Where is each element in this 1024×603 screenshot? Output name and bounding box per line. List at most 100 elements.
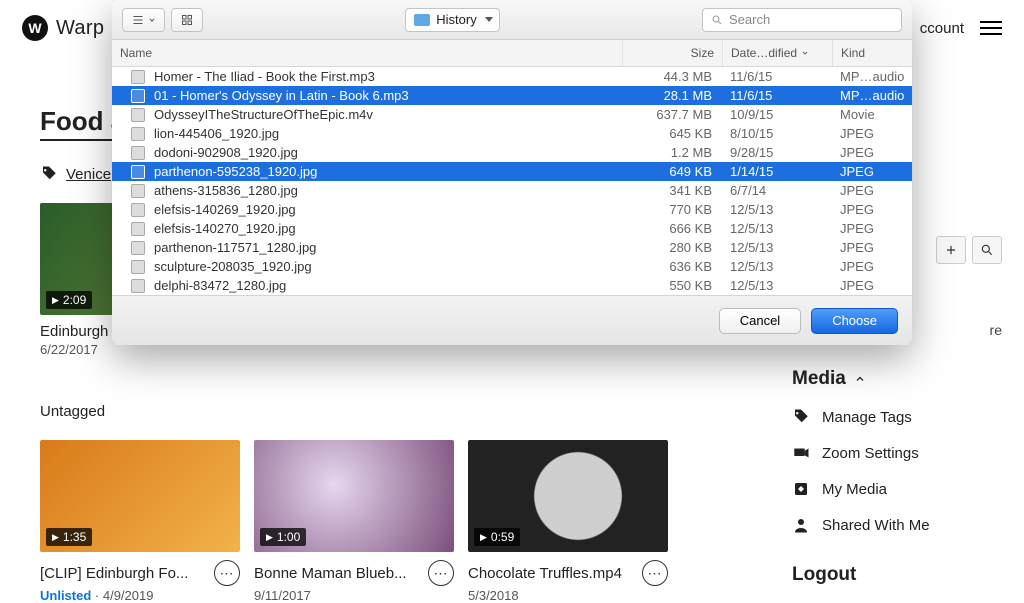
- media-menu-item[interactable]: Manage Tags: [792, 408, 1002, 426]
- file-kind: JPEG: [832, 126, 912, 141]
- file-date: 12/5/13: [722, 202, 832, 217]
- duration-badge: 1:00: [260, 528, 306, 546]
- file-kind: JPEG: [832, 164, 912, 179]
- video-title: Bonne Maman Blueb...: [254, 565, 407, 582]
- video-title: Chocolate Truffles.mp4: [468, 565, 622, 582]
- video-thumbnail[interactable]: 0:59: [468, 440, 668, 552]
- search-input[interactable]: Search: [702, 8, 902, 32]
- col-size[interactable]: Size: [622, 40, 722, 66]
- video-meta: 9/11/2017: [254, 588, 454, 603]
- file-row[interactable]: lion-445406_1920.jpg 645 KB 8/10/15 JPEG: [112, 124, 912, 143]
- file-row[interactable]: parthenon-595238_1920.jpg 649 KB 1/14/15…: [112, 162, 912, 181]
- tag-link[interactable]: Venice: [66, 166, 111, 183]
- view-mode-button[interactable]: [122, 8, 165, 32]
- file-icon: [124, 108, 152, 122]
- file-size: 28.1 MB: [622, 88, 722, 103]
- file-kind: MP…audio: [832, 88, 912, 103]
- file-row[interactable]: elefsis-140269_1920.jpg 770 KB 12/5/13 J…: [112, 200, 912, 219]
- file-row[interactable]: Homer - The Iliad - Book the First.mp3 4…: [112, 67, 912, 86]
- file-date: 11/6/15: [722, 69, 832, 84]
- unlisted-badge: Unlisted: [40, 588, 91, 603]
- file-name: elefsis-140269_1920.jpg: [152, 202, 622, 217]
- folder-icon: [414, 14, 430, 26]
- card-more-button[interactable]: ⋯: [214, 560, 240, 586]
- account-link[interactable]: ccount: [920, 20, 964, 37]
- cancel-button[interactable]: Cancel: [719, 308, 801, 334]
- chevron-up-icon: [854, 373, 866, 385]
- file-name: delphi-83472_1280.jpg: [152, 278, 622, 293]
- file-row[interactable]: sculpture-208035_1920.jpg 636 KB 12/5/13…: [112, 257, 912, 276]
- col-name[interactable]: Name: [112, 40, 622, 66]
- plus-icon: [944, 243, 958, 257]
- file-kind: Movie: [832, 107, 912, 122]
- file-size: 637.7 MB: [622, 107, 722, 122]
- search-button[interactable]: [972, 236, 1002, 264]
- file-size: 649 KB: [622, 164, 722, 179]
- file-icon: [124, 89, 152, 103]
- file-kind: JPEG: [832, 202, 912, 217]
- file-name: OdysseyITheStructureOfTheEpic.m4v: [152, 107, 622, 122]
- media-menu-item[interactable]: My Media: [792, 480, 1002, 498]
- logout-link[interactable]: Logout: [792, 564, 1002, 586]
- col-date[interactable]: Date…dified: [722, 40, 832, 66]
- media-menu-item[interactable]: Zoom Settings: [792, 444, 1002, 462]
- card-more-button[interactable]: ⋯: [642, 560, 668, 586]
- folder-dropdown[interactable]: History: [405, 8, 499, 32]
- file-name: lion-445406_1920.jpg: [152, 126, 622, 141]
- file-size: 550 KB: [622, 278, 722, 293]
- media-menu-item[interactable]: Shared With Me: [792, 516, 1002, 534]
- file-row[interactable]: dodoni-902908_1920.jpg 1.2 MB 9/28/15 JP…: [112, 143, 912, 162]
- video-thumbnail[interactable]: 1:35: [40, 440, 240, 552]
- file-icon: [124, 70, 152, 84]
- file-date: 9/28/15: [722, 145, 832, 160]
- menu-item-icon: [792, 444, 810, 462]
- file-icon: [124, 260, 152, 274]
- file-row[interactable]: OdysseyITheStructureOfTheEpic.m4v 637.7 …: [112, 105, 912, 124]
- choose-button[interactable]: Choose: [811, 308, 898, 334]
- file-row[interactable]: elefsis-140270_1920.jpg 666 KB 12/5/13 J…: [112, 219, 912, 238]
- file-row[interactable]: athens-315836_1280.jpg 341 KB 6/7/14 JPE…: [112, 181, 912, 200]
- file-date: 12/5/13: [722, 240, 832, 255]
- file-icon: [124, 203, 152, 217]
- file-size: 636 KB: [622, 259, 722, 274]
- file-icon: [124, 184, 152, 198]
- video-card[interactable]: 1:35 [CLIP] Edinburgh Fo... ⋯ Unlisted ·…: [40, 440, 240, 603]
- file-name: parthenon-595238_1920.jpg: [152, 164, 622, 179]
- file-row[interactable]: delphi-83472_1280.jpg 550 KB 12/5/13 JPE…: [112, 276, 912, 295]
- video-card[interactable]: 1:00 Bonne Maman Blueb... ⋯ 9/11/2017: [254, 440, 454, 603]
- video-card[interactable]: 0:59 Chocolate Truffles.mp4 ⋯ 5/3/2018: [468, 440, 668, 603]
- file-name: parthenon-117571_1280.jpg: [152, 240, 622, 255]
- section-untagged: Untagged: [40, 403, 680, 420]
- col-kind[interactable]: Kind: [832, 40, 912, 66]
- file-date: 6/7/14: [722, 183, 832, 198]
- card-more-button[interactable]: ⋯: [428, 560, 454, 586]
- menu-item-icon: [792, 516, 810, 534]
- brand[interactable]: W Warp: [22, 15, 104, 41]
- chevron-down-icon: [148, 16, 156, 24]
- video-thumbnail[interactable]: 1:00: [254, 440, 454, 552]
- file-picker-dialog: History Search Name Size Date…dified Kin…: [112, 0, 912, 345]
- file-row[interactable]: 01 - Homer's Odyssey in Latin - Book 6.m…: [112, 86, 912, 105]
- file-name: elefsis-140270_1920.jpg: [152, 221, 622, 236]
- brand-mark: W: [22, 15, 48, 41]
- icon-view-button[interactable]: [171, 8, 203, 32]
- file-name: athens-315836_1280.jpg: [152, 183, 622, 198]
- grid-icon: [180, 14, 194, 26]
- menu-icon[interactable]: [980, 21, 1002, 35]
- search-icon: [980, 243, 994, 257]
- file-size: 1.2 MB: [622, 145, 722, 160]
- file-icon: [124, 222, 152, 236]
- media-heading[interactable]: Media: [792, 368, 1002, 390]
- file-kind: JPEG: [832, 240, 912, 255]
- menu-item-icon: [792, 480, 810, 498]
- add-button[interactable]: [936, 236, 966, 264]
- file-icon: [124, 165, 152, 179]
- duration-badge: 2:09: [46, 291, 92, 309]
- file-date: 12/5/13: [722, 259, 832, 274]
- file-row[interactable]: parthenon-117571_1280.jpg 280 KB 12/5/13…: [112, 238, 912, 257]
- chevron-down-icon: [801, 49, 809, 57]
- file-icon: [124, 279, 152, 293]
- file-size: 341 KB: [622, 183, 722, 198]
- file-size: 770 KB: [622, 202, 722, 217]
- column-headers: Name Size Date…dified Kind: [112, 40, 912, 67]
